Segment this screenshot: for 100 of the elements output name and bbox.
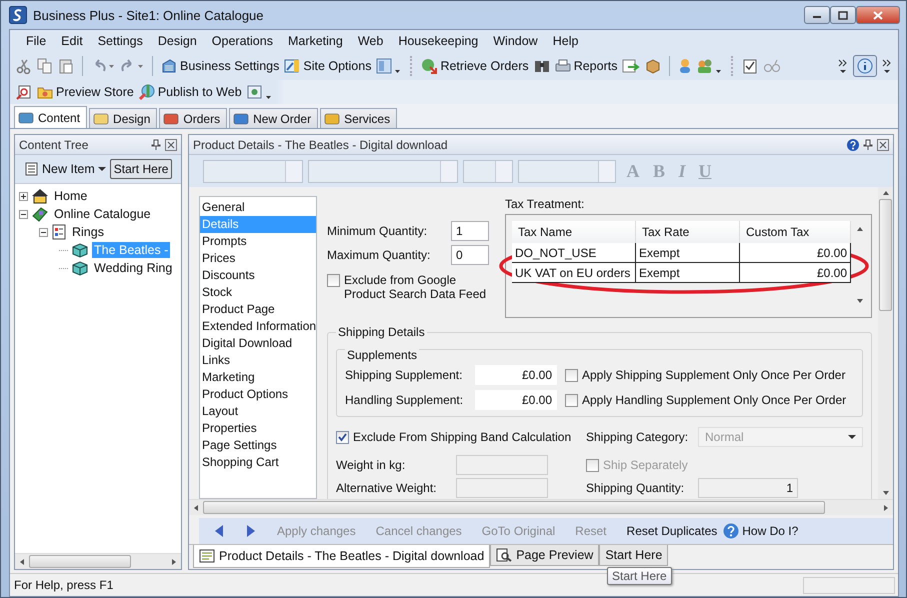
help-link[interactable]: How Do I?	[723, 523, 798, 539]
copy-icon[interactable]	[37, 58, 53, 74]
input-field[interactable]: 0	[451, 245, 489, 265]
checkbox[interactable]: Apply Shipping Supplement Only Once Per Order	[565, 368, 846, 382]
pin-icon[interactable]	[151, 138, 161, 150]
input-field[interactable]: £0.00	[475, 364, 557, 384]
menu-item[interactable]: File	[26, 34, 46, 48]
menu-item[interactable]: Design	[158, 34, 197, 48]
magnifier-icon	[496, 548, 512, 562]
box-icon	[71, 260, 89, 276]
site-options-button[interactable]: Site Options	[284, 58, 372, 74]
close-icon[interactable]	[165, 138, 177, 150]
tab-icon	[93, 112, 110, 126]
new-item-button[interactable]: New Item	[25, 162, 106, 176]
table-cell: £0.00	[740, 243, 851, 263]
input-field[interactable]: 1	[451, 221, 489, 241]
nav-item[interactable]: Stock	[200, 284, 316, 301]
table-cell: UK VAT on EU orders	[512, 263, 636, 283]
forward-arrow-icon[interactable]	[245, 524, 257, 538]
help-icon[interactable]	[847, 138, 859, 150]
back-arrow-icon[interactable]	[213, 524, 225, 538]
publish-to-web-button[interactable]: Publish to Web	[138, 84, 242, 100]
document-tab[interactable]: Product Details - The Beatles - Digital download	[193, 545, 490, 568]
menu-item[interactable]: Settings	[98, 34, 143, 48]
pin-icon[interactable]	[863, 138, 873, 150]
expander-icon[interactable]	[19, 210, 28, 218]
expander-icon[interactable]	[39, 228, 48, 236]
menu-item[interactable]: Edit	[61, 34, 83, 48]
column-header[interactable]: Custom Tax	[740, 221, 851, 243]
tab[interactable]: Services	[320, 108, 398, 128]
overflow-icon[interactable]	[838, 57, 848, 75]
tab[interactable]: Design	[89, 108, 158, 128]
nav-item[interactable]: Links	[200, 352, 316, 369]
layout-icon[interactable]	[376, 58, 402, 74]
document-tab[interactable]: Page Preview	[490, 545, 600, 566]
nav-item[interactable]: Layout	[200, 403, 316, 420]
input-field[interactable]: £0.00	[475, 390, 557, 410]
menu-item[interactable]: Window	[493, 34, 538, 48]
scissors-icon[interactable]	[16, 58, 32, 74]
tab[interactable]: Orders	[159, 108, 228, 128]
field-label: Minimum Quantity:	[327, 224, 428, 238]
scrollbar[interactable]	[878, 187, 893, 499]
menu-item[interactable]: Web	[358, 34, 384, 48]
minimize-button[interactable]	[804, 6, 830, 24]
checkbox[interactable]: Exclude from Google Product Search Data Feed	[327, 273, 489, 301]
menu-item[interactable]: Marketing	[288, 34, 343, 48]
menu-item[interactable]: Housekeeping	[398, 34, 478, 48]
export-icon[interactable]	[622, 58, 640, 74]
nav-item[interactable]: Marketing	[200, 369, 316, 386]
tree-item[interactable]: Online Catalogue	[52, 206, 153, 222]
checkbox[interactable]: Apply Handling Supplement Only Once Per Order	[565, 392, 846, 406]
clipboard-icon[interactable]	[58, 58, 74, 74]
tree-item[interactable]: Wedding Ring	[92, 260, 174, 276]
column-header[interactable]: Tax Rate	[636, 221, 740, 243]
help-icon	[723, 523, 740, 539]
column-header[interactable]: Tax Name	[512, 221, 636, 243]
nav-item[interactable]: Digital Download	[200, 335, 316, 352]
scrollbar[interactable]	[189, 499, 893, 515]
nav-item[interactable]: Product Options	[200, 386, 316, 403]
scrollbar[interactable]	[15, 553, 181, 569]
close-icon[interactable]	[877, 138, 889, 150]
nav-item[interactable]: Shopping Cart	[200, 454, 316, 471]
reports-button[interactable]: Reports	[554, 58, 618, 74]
nav-item[interactable]: Page Settings	[200, 437, 316, 454]
color-dropdown[interactable]	[518, 160, 616, 182]
nav-item[interactable]: Prices	[200, 250, 316, 267]
tree-item[interactable]: Rings	[70, 224, 106, 240]
info-button[interactable]	[853, 55, 877, 77]
binoculars-icon[interactable]	[534, 58, 550, 74]
overflow-icon[interactable]	[882, 57, 892, 75]
nav-item[interactable]: Extended Information	[200, 318, 316, 335]
scroll-down-icon[interactable]	[856, 297, 864, 305]
scroll-up-icon[interactable]	[856, 225, 864, 233]
tab[interactable]: Content	[14, 106, 88, 128]
nav-item[interactable]: Discounts	[200, 267, 316, 284]
house-icon	[31, 188, 49, 204]
business-settings-button[interactable]: Business Settings	[161, 58, 280, 74]
nav-item[interactable]: Product Page	[200, 301, 316, 318]
checklist-icon[interactable]	[742, 58, 758, 74]
redo-icon[interactable]	[120, 58, 144, 74]
magnifier-icon[interactable]	[16, 84, 32, 100]
person-icon[interactable]	[678, 58, 692, 74]
menu-item[interactable]: Operations	[212, 34, 273, 48]
preview-store-button[interactable]: Preview Store	[37, 84, 134, 100]
retrieve-orders-button[interactable]: Retrieve Orders	[421, 58, 529, 74]
checkbox[interactable]: Exclude From Shipping Band Calculation	[336, 430, 586, 444]
menu-item[interactable]: Help	[552, 34, 578, 48]
expander-icon[interactable]	[19, 192, 28, 200]
table-cell: DO_NOT_USE	[512, 243, 636, 263]
document-tab[interactable]: Start Here	[599, 545, 668, 566]
tab[interactable]: New Order	[229, 108, 318, 128]
nav-item[interactable]: General	[200, 199, 316, 216]
nav-item[interactable]: Prompts	[200, 233, 316, 250]
nav-item[interactable]: Properties	[200, 420, 316, 437]
maximize-button[interactable]	[830, 6, 856, 24]
tree-item[interactable]: Home	[52, 188, 90, 204]
start-here-button[interactable]: Start Here	[110, 159, 172, 179]
action-link[interactable]: Reset Duplicates	[626, 524, 718, 538]
list-icon	[51, 224, 67, 240]
close-button[interactable]	[856, 6, 900, 24]
